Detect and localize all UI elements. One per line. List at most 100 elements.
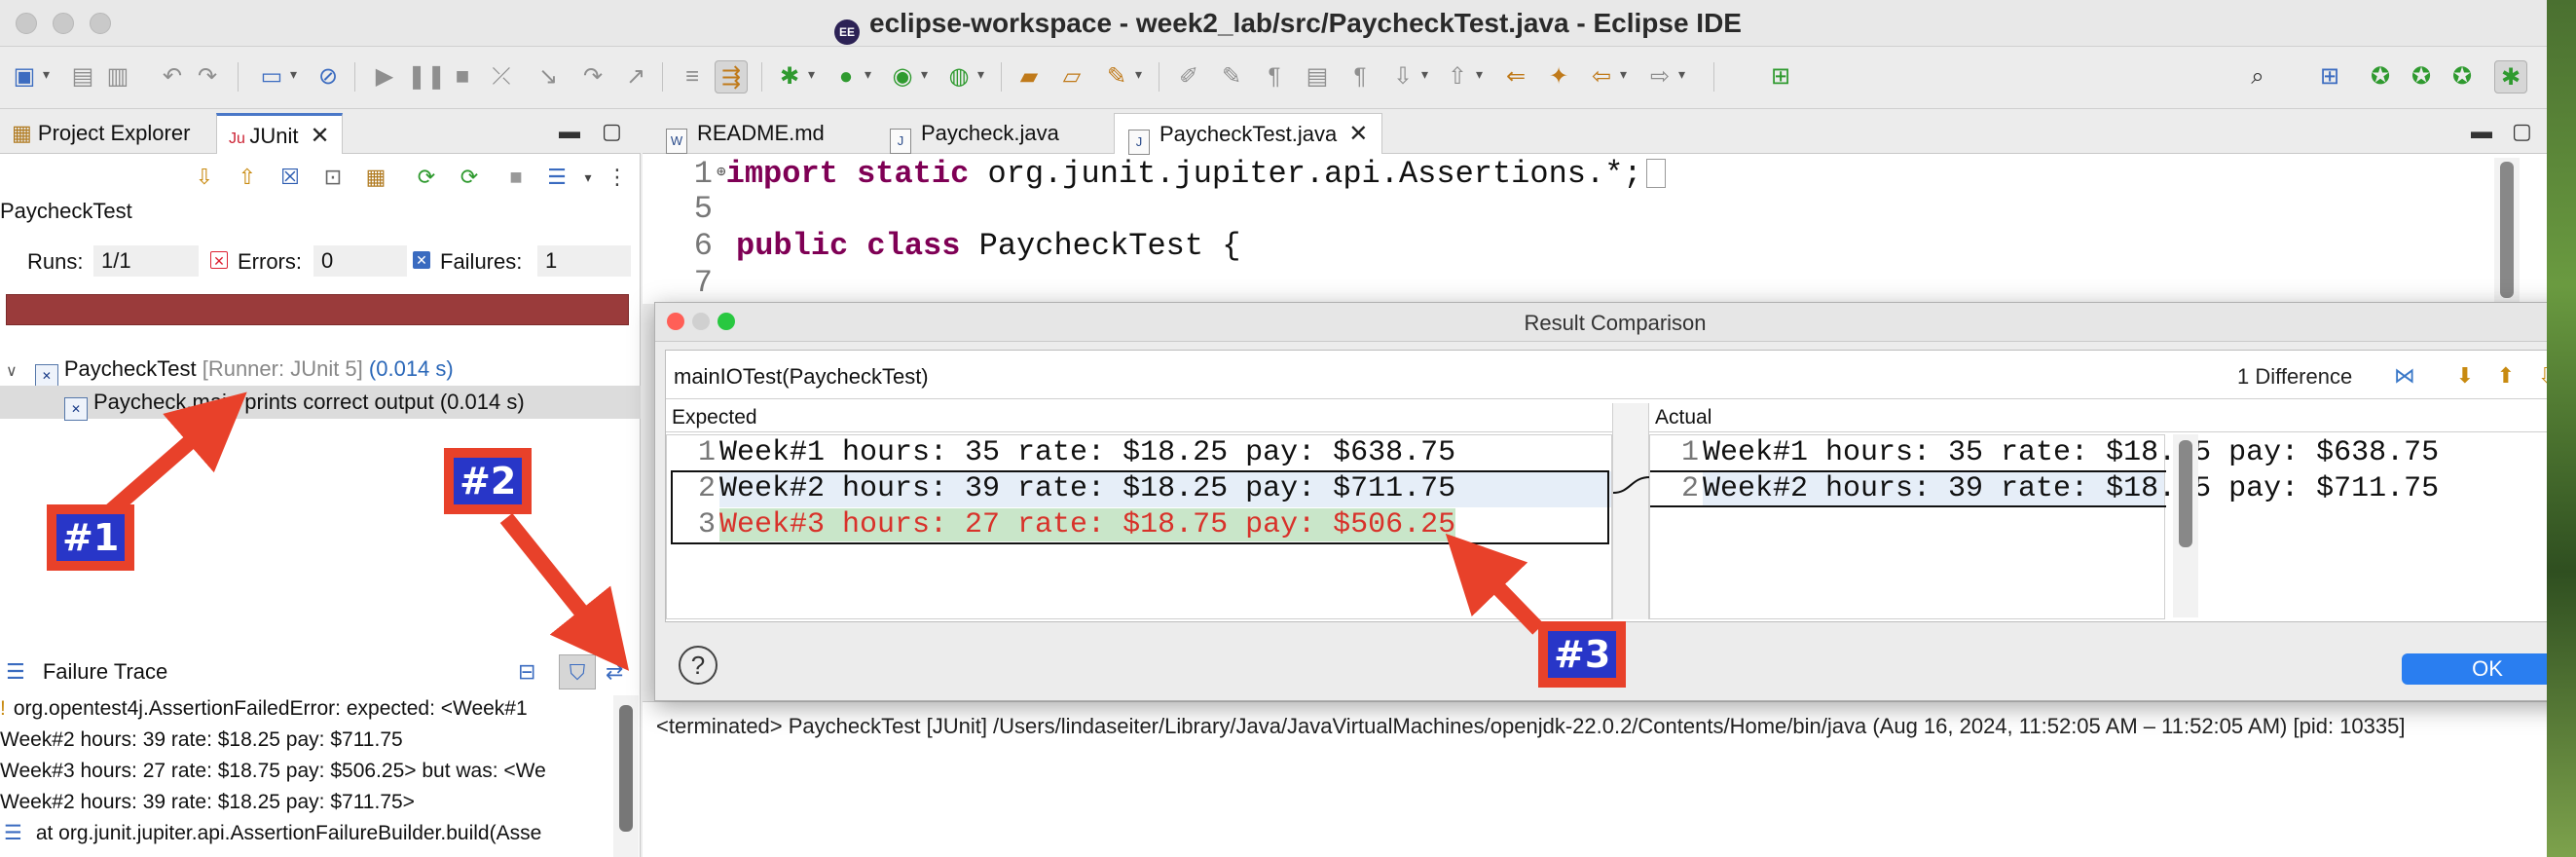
java-perspective-icon[interactable]: ✪ — [2364, 60, 2397, 93]
compare-result-icon[interactable]: ⊟ — [518, 651, 535, 693]
use-step-filters-icon[interactable]: ⇶ — [715, 60, 748, 93]
pilcrow-icon[interactable]: ¶ — [1343, 60, 1377, 93]
trace-line[interactable]: Week#2 hours: 39 rate: $18.25 pay: $711.… — [0, 787, 613, 818]
git-perspective-icon[interactable]: ✪ — [2405, 60, 2438, 93]
trace-line[interactable]: Week#3 hours: 27 rate: $18.75 pay: $506.… — [0, 756, 613, 787]
trace-scrollbar[interactable] — [613, 695, 639, 857]
prev-annotation-icon[interactable]: ⇧ — [1441, 60, 1474, 93]
compare-actual-expected-icon[interactable]: ⇄ — [606, 651, 623, 693]
trace-scroll-thumb[interactable] — [619, 705, 633, 832]
help-button[interactable]: ? — [679, 646, 718, 685]
suspend-icon[interactable]: ❚❚ — [407, 60, 446, 93]
external-tools-icon[interactable]: ◍ — [942, 60, 975, 93]
scroll-lock-icon[interactable]: ⊡ — [317, 162, 349, 193]
terminal-dropdown-icon[interactable]: ▾ — [290, 66, 297, 83]
comparison-scroll-thumb[interactable] — [2179, 440, 2192, 547]
external-tools-dropdown-icon[interactable]: ▾ — [977, 66, 984, 83]
fold-plus-icon[interactable]: ⊕ — [717, 164, 726, 181]
resume-icon[interactable]: ▶ — [368, 60, 401, 93]
folded-code-marker[interactable] — [1645, 159, 1666, 188]
previous-difference-icon[interactable]: ⬆ — [2490, 360, 2521, 391]
tab-project-explorer[interactable]: ▦ Project Explorer — [0, 113, 202, 154]
undo-icon[interactable]: ↶ — [156, 60, 189, 93]
expand-chevron-icon[interactable]: ∨ — [6, 363, 18, 380]
rerun-failed-first-icon[interactable]: ⟳ — [454, 162, 485, 193]
actual-pane[interactable]: 1 Week#1 hours: 35 rate: $18.25 pay: $638… — [1649, 434, 2439, 619]
debug-icon[interactable]: ✱ — [773, 60, 806, 93]
history-dropdown-icon[interactable]: ▾ — [572, 162, 604, 193]
word-wrap-icon[interactable]: ▤ — [1301, 60, 1334, 93]
rerun-test-icon[interactable]: ⟳ — [411, 162, 442, 193]
open-type-icon[interactable]: ✎ — [1100, 60, 1133, 93]
back-icon[interactable]: ⇦ — [1585, 60, 1618, 93]
expected-pane[interactable]: 1 Week#1 hours: 35 rate: $18.25 pay: $638… — [666, 434, 1612, 619]
editor-scrollbar[interactable] — [2494, 158, 2520, 304]
show-whitespace-icon[interactable]: ¶ — [1258, 60, 1291, 93]
annotation-badge-2-text: #2 — [454, 458, 523, 504]
skip-breakpoints-icon[interactable]: ⊘ — [312, 60, 345, 93]
show-failures-only-icon[interactable]: ☒ — [275, 162, 306, 193]
filter-stack-trace-icon[interactable]: ⛉ — [559, 654, 596, 689]
previous-failure-icon[interactable]: ⇧ — [232, 162, 263, 193]
drop-to-frame-icon[interactable]: ≡ — [676, 60, 709, 93]
minimize-view-icon[interactable]: ▬ — [559, 119, 580, 144]
next-annotation-icon[interactable]: ⇩ — [1386, 60, 1419, 93]
editor-scroll-thumb[interactable] — [2500, 162, 2514, 298]
run-dropdown-icon[interactable]: ▾ — [865, 66, 871, 83]
last-edit-location-icon[interactable]: ⇐ — [1499, 60, 1532, 93]
tab-readme[interactable]: W README.md — [652, 113, 838, 154]
forward-dropdown-icon[interactable]: ▾ — [1678, 66, 1685, 83]
test-run-history-icon[interactable]: ☰ — [541, 162, 572, 193]
next-failure-icon[interactable]: ⇩ — [189, 162, 220, 193]
coverage-icon[interactable]: ◉ — [886, 60, 919, 93]
pin-editor-icon[interactable]: ✦ — [1542, 60, 1575, 93]
toggle-block-selection-icon[interactable]: ✎ — [1215, 60, 1248, 93]
forward-icon[interactable]: ⇨ — [1643, 60, 1676, 93]
toggle-mark-occurrences-icon[interactable]: ✐ — [1172, 60, 1205, 93]
debug-perspective-icon[interactable]: ✱ — [2494, 60, 2527, 93]
open-perspective-grid-icon[interactable]: ⊞ — [2313, 60, 2346, 93]
tree-row-suite[interactable]: ∨ ✕ PaycheckTest [Runner: JUnit 5] (0.014… — [0, 353, 641, 388]
comparison-scrollbar[interactable] — [2173, 434, 2198, 617]
tab-junit[interactable]: Ju JUnit ✕ — [216, 113, 343, 154]
search-icon[interactable]: ⌕ — [2241, 60, 2274, 93]
coverage-dropdown-icon[interactable]: ▾ — [921, 66, 928, 83]
trace-line[interactable]: ☰ at org.junit.jupiter.api.AssertionFailu… — [0, 818, 613, 849]
close-icon[interactable]: ✕ — [1348, 121, 1368, 147]
new-wizard-icon[interactable]: ▣ — [8, 60, 41, 93]
save-icon[interactable]: ▤ — [66, 60, 99, 93]
back-dropdown-icon[interactable]: ▾ — [1620, 66, 1627, 83]
step-over-icon[interactable]: ↷ — [576, 60, 609, 93]
open-type-dropdown-icon[interactable]: ▾ — [1135, 66, 1142, 83]
close-icon[interactable]: ✕ — [310, 123, 329, 149]
ignore-whitespace-icon[interactable]: ⋈ — [2389, 360, 2420, 391]
tab-paychecktest[interactable]: J PaycheckTest.java ✕ — [1114, 113, 1383, 155]
maximize-view-icon[interactable]: ▢ — [602, 119, 622, 144]
terminal-icon[interactable]: ▭ — [255, 60, 288, 93]
step-return-icon[interactable]: ↗ — [619, 60, 652, 93]
trace-line[interactable]: Week#2 hours: 39 rate: $18.25 pay: $711.… — [0, 725, 613, 756]
stop-test-icon[interactable]: ■ — [500, 162, 532, 193]
terminate-icon[interactable]: ■ — [446, 60, 479, 93]
team-perspective-icon[interactable]: ✪ — [2446, 60, 2479, 93]
prev-annotation-dropdown-icon[interactable]: ▾ — [1476, 66, 1483, 83]
minimize-editor-icon[interactable]: ▬ — [2471, 119, 2492, 144]
tree-row-test[interactable]: ✕ Paycheck.main prints correct output (0.… — [0, 386, 641, 421]
step-into-icon[interactable]: ↘ — [532, 60, 565, 93]
save-all-icon[interactable]: ▥ — [101, 60, 134, 93]
next-annotation-dropdown-icon[interactable]: ▾ — [1421, 66, 1428, 83]
debug-dropdown-icon[interactable]: ▾ — [808, 66, 815, 83]
view-menu-icon[interactable]: ⋮ — [602, 162, 633, 193]
new-java-package-icon[interactable]: ▰ — [1012, 60, 1046, 93]
open-folder-icon[interactable]: ▱ — [1055, 60, 1088, 93]
maximize-editor-icon[interactable]: ▢ — [2512, 119, 2532, 144]
trace-line[interactable]: ! org.opentest4j.AssertionFailedError: ex… — [0, 693, 613, 725]
open-perspective-icon[interactable]: ⊞ — [1764, 60, 1797, 93]
tab-paycheck[interactable]: J Paycheck.java — [876, 113, 1073, 154]
new-dropdown-icon[interactable]: ▾ — [43, 66, 50, 83]
layout-icon[interactable]: ▦ — [360, 162, 391, 193]
next-difference-icon[interactable]: ⬇ — [2449, 360, 2481, 391]
redo-icon[interactable]: ↷ — [191, 60, 224, 93]
run-icon[interactable]: ● — [829, 60, 863, 93]
disconnect-icon[interactable]: ⤫ — [485, 60, 518, 93]
